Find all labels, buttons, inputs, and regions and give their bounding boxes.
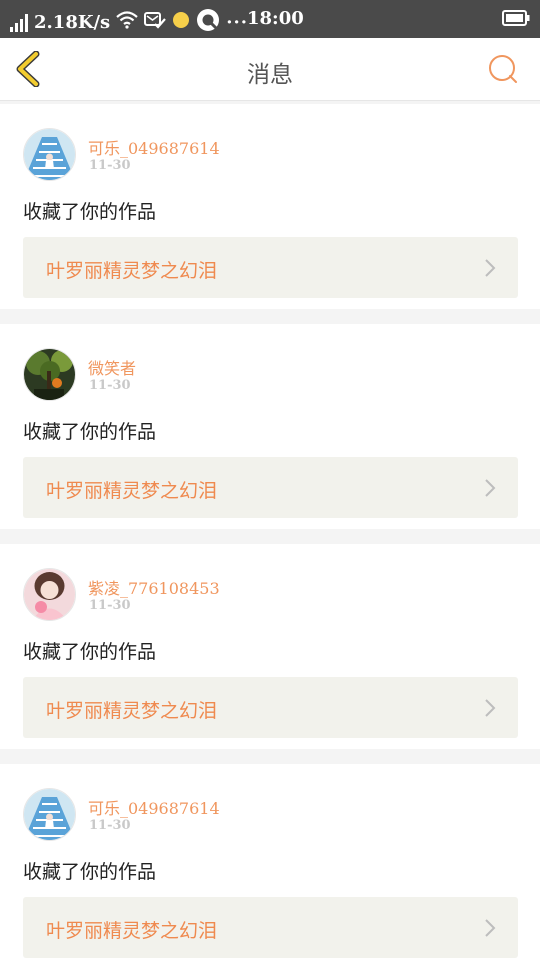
action-text: 收藏了你的作品 <box>23 641 157 663</box>
work-link[interactable]: 叶罗丽精灵梦之幻泪 <box>23 457 518 518</box>
status-left: 2.18K/s ··· <box>10 8 248 37</box>
avatar[interactable] <box>23 348 76 401</box>
notification-date: 11-30 <box>89 818 131 833</box>
action-text: 收藏了你的作品 <box>23 201 157 223</box>
app-header: 消息 <box>0 38 540 101</box>
notification-date: 11-30 <box>89 158 131 173</box>
message-check-icon <box>144 10 167 35</box>
chevron-right-icon <box>485 479 496 497</box>
work-title: 叶罗丽精灵梦之幻泪 <box>46 480 218 502</box>
work-link[interactable]: 叶罗丽精灵梦之幻泪 <box>23 677 518 738</box>
chevron-right-icon <box>485 919 496 937</box>
work-title: 叶罗丽精灵梦之幻泪 <box>46 700 218 722</box>
work-link[interactable]: 叶罗丽精灵梦之幻泪 <box>23 897 518 958</box>
notification-date: 11-30 <box>89 598 131 613</box>
action-text: 收藏了你的作品 <box>23 421 157 443</box>
avatar-image <box>24 789 75 840</box>
avatar-image <box>24 349 75 400</box>
username[interactable]: 可乐_049687614 <box>88 135 220 159</box>
username[interactable]: 微笑者 <box>88 355 136 379</box>
notification-dot-icon <box>172 11 190 34</box>
avatar-image <box>24 129 75 180</box>
search-icon <box>489 55 517 83</box>
chevron-right-icon <box>485 699 496 717</box>
wifi-icon <box>116 11 138 34</box>
avatar[interactable] <box>23 788 76 841</box>
avatar[interactable] <box>23 128 76 181</box>
username[interactable]: 紫凌_776108453 <box>88 575 220 599</box>
app-logo-icon <box>196 8 220 37</box>
overflow-dots: ··· <box>226 12 249 33</box>
status-bar: 2.18K/s ··· 18:00 <box>0 0 540 38</box>
work-title: 叶罗丽精灵梦之幻泪 <box>46 920 218 942</box>
search-button[interactable] <box>488 54 518 84</box>
network-speed: 2.18K/s <box>34 12 111 33</box>
notification-card: 紫凌_776108453 11-30 收藏了你的作品 叶罗丽精灵梦之幻泪 <box>0 544 540 749</box>
notification-card: 可乐_049687614 11-30 收藏了你的作品 叶罗丽精灵梦之幻泪 <box>0 764 540 969</box>
signal-icon <box>10 13 28 32</box>
page-title: 消息 <box>247 62 293 88</box>
work-link[interactable]: 叶罗丽精灵梦之幻泪 <box>23 237 518 298</box>
username[interactable]: 可乐_049687614 <box>88 795 220 819</box>
work-title: 叶罗丽精灵梦之幻泪 <box>46 260 218 282</box>
status-time: 18:00 <box>247 8 304 29</box>
notification-date: 11-30 <box>89 378 131 393</box>
notification-card: 可乐_049687614 11-30 收藏了你的作品 叶罗丽精灵梦之幻泪 <box>0 104 540 309</box>
battery-icon <box>502 9 530 32</box>
action-text: 收藏了你的作品 <box>23 861 157 883</box>
chevron-right-icon <box>485 259 496 277</box>
notification-card: 微笑者 11-30 收藏了你的作品 叶罗丽精灵梦之幻泪 <box>0 324 540 529</box>
avatar-image <box>24 569 75 620</box>
avatar[interactable] <box>23 568 76 621</box>
